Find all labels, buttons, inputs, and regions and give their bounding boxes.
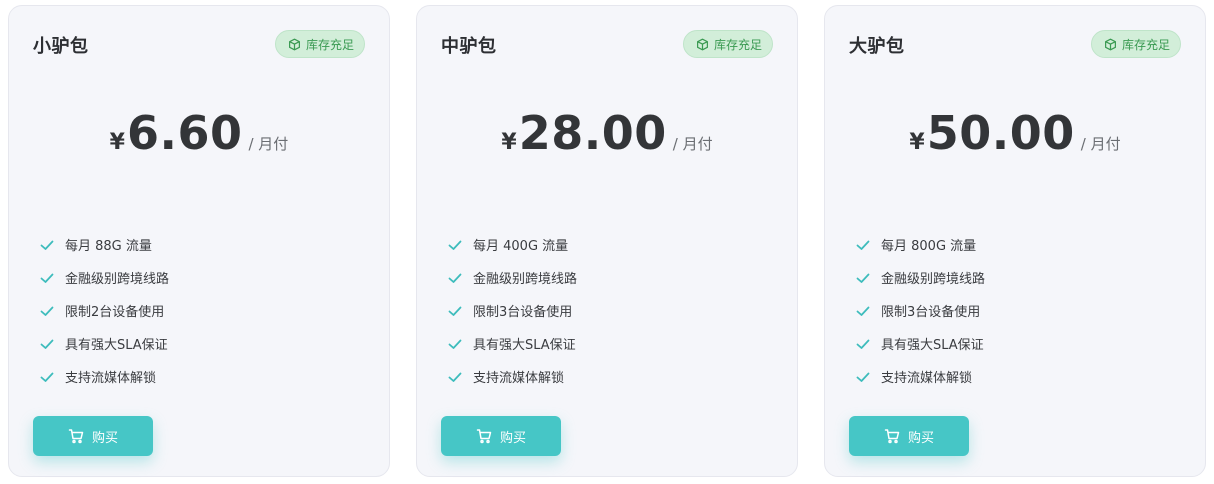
stock-status-badge: 库存充足 [274, 30, 365, 58]
feature-text: 限制3台设备使用 [881, 305, 981, 320]
plan-card-medium: 中驴包 库存充足 ¥ 28.00 / 月付 每月 400G 流量 金融级别跨境线… [416, 5, 798, 477]
cart-icon [68, 429, 84, 444]
check-icon [40, 240, 54, 250]
check-icon [448, 240, 462, 250]
check-icon [40, 273, 54, 283]
price-amount: 28.00 [518, 106, 667, 160]
buy-button-label: 购买 [91, 430, 118, 446]
cube-icon [1105, 38, 1116, 50]
stock-status-badge: 库存充足 [682, 30, 773, 58]
buy-button[interactable]: 购买 [33, 416, 153, 456]
price-amount: 50.00 [926, 106, 1075, 160]
feature-list: 每月 400G 流量 金融级别跨境线路 限制3台设备使用 具有强大SLA保证 支… [447, 228, 577, 393]
plan-card-small: 小驴包 库存充足 ¥ 6.60 / 月付 每月 88G 流量 金融级别跨境线路 [8, 5, 390, 477]
stock-status-label: 库存充足 [1121, 37, 1170, 52]
plan-name: 小驴包 [33, 36, 89, 57]
pricing-plans: 小驴包 库存充足 ¥ 6.60 / 月付 每月 88G 流量 金融级别跨境线路 [0, 0, 1214, 484]
plan-name: 中驴包 [441, 36, 497, 57]
feature-text: 限制3台设备使用 [473, 305, 573, 320]
check-icon [448, 306, 462, 316]
stock-status-label: 库存充足 [305, 37, 354, 52]
feature-item: 金融级别跨境线路 [39, 261, 169, 294]
feature-text: 金融级别跨境线路 [473, 272, 578, 287]
check-icon [856, 240, 870, 250]
feature-item: 具有强大SLA保证 [39, 327, 169, 360]
feature-text: 每月 800G 流量 [881, 239, 977, 254]
price-amount: 6.60 [126, 106, 243, 160]
check-icon [448, 339, 462, 349]
check-icon [856, 339, 870, 349]
buy-button-label: 购买 [907, 430, 934, 446]
feature-item: 具有强大SLA保证 [447, 327, 577, 360]
buy-button[interactable]: 购买 [441, 416, 561, 456]
billing-period: / 月付 [1080, 135, 1121, 153]
feature-item: 支持流媒体解锁 [39, 360, 169, 393]
feature-item: 每月 400G 流量 [447, 228, 577, 261]
check-icon [40, 372, 54, 382]
stock-status-badge: 库存充足 [1090, 30, 1181, 58]
feature-text: 支持流媒体解锁 [65, 371, 157, 386]
feature-item: 具有强大SLA保证 [855, 327, 985, 360]
plan-card-large: 大驴包 库存充足 ¥ 50.00 / 月付 每月 800G 流量 金融级别跨境线… [824, 5, 1206, 477]
cart-icon [884, 429, 900, 444]
check-icon [40, 306, 54, 316]
check-icon [856, 372, 870, 382]
feature-item: 限制3台设备使用 [855, 294, 985, 327]
feature-item: 支持流媒体解锁 [447, 360, 577, 393]
feature-text: 支持流媒体解锁 [473, 371, 565, 386]
feature-text: 具有强大SLA保证 [65, 338, 168, 353]
cart-icon [476, 429, 492, 444]
billing-period: / 月付 [672, 135, 713, 153]
feature-item: 每月 88G 流量 [39, 228, 169, 261]
feature-text: 每月 88G 流量 [65, 239, 152, 254]
check-icon [856, 273, 870, 283]
feature-item: 限制3台设备使用 [447, 294, 577, 327]
price: ¥ 50.00 / 月付 [825, 106, 1205, 160]
feature-text: 具有强大SLA保证 [473, 338, 576, 353]
check-icon [448, 372, 462, 382]
check-icon [856, 306, 870, 316]
cube-icon [697, 38, 708, 50]
feature-item: 每月 800G 流量 [855, 228, 985, 261]
cube-icon [289, 38, 300, 50]
feature-list: 每月 88G 流量 金融级别跨境线路 限制2台设备使用 具有强大SLA保证 支持… [39, 228, 169, 393]
price: ¥ 6.60 / 月付 [9, 106, 389, 160]
feature-text: 具有强大SLA保证 [881, 338, 984, 353]
buy-button[interactable]: 购买 [849, 416, 969, 456]
feature-text: 每月 400G 流量 [473, 239, 569, 254]
feature-item: 支持流媒体解锁 [855, 360, 985, 393]
feature-item: 限制2台设备使用 [39, 294, 169, 327]
plan-name: 大驴包 [849, 36, 905, 57]
stock-status-label: 库存充足 [713, 37, 762, 52]
feature-text: 金融级别跨境线路 [65, 272, 170, 287]
currency-symbol: ¥ [109, 130, 125, 155]
feature-list: 每月 800G 流量 金融级别跨境线路 限制3台设备使用 具有强大SLA保证 支… [855, 228, 985, 393]
price: ¥ 28.00 / 月付 [417, 106, 797, 160]
feature-text: 支持流媒体解锁 [881, 371, 973, 386]
feature-item: 金融级别跨境线路 [447, 261, 577, 294]
feature-item: 金融级别跨境线路 [855, 261, 985, 294]
currency-symbol: ¥ [909, 130, 925, 155]
check-icon [448, 273, 462, 283]
feature-text: 金融级别跨境线路 [881, 272, 986, 287]
check-icon [40, 339, 54, 349]
feature-text: 限制2台设备使用 [65, 305, 165, 320]
billing-period: / 月付 [248, 135, 289, 153]
currency-symbol: ¥ [501, 130, 517, 155]
buy-button-label: 购买 [499, 430, 526, 446]
